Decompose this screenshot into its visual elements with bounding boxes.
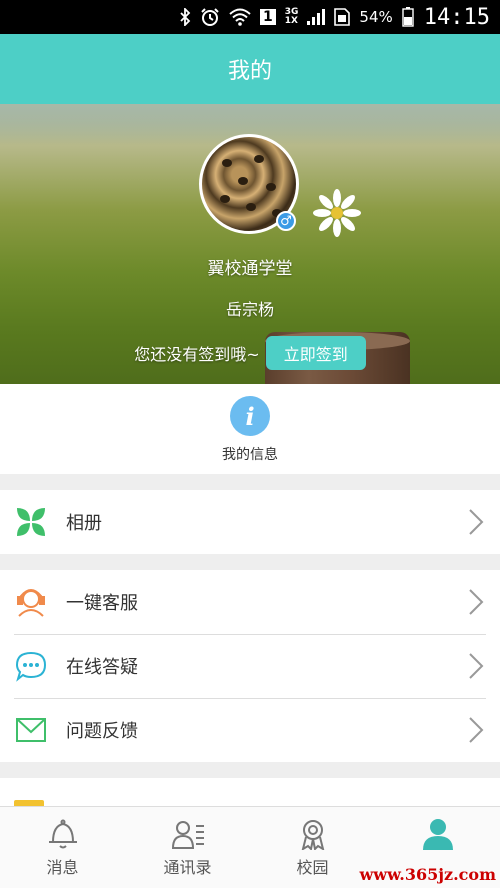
menu-item-label: 一键客服 bbox=[66, 593, 138, 614]
chevron-right-icon bbox=[469, 653, 484, 679]
wifi-icon bbox=[229, 8, 251, 26]
menu-item-online-qa[interactable]: 在线答疑 bbox=[0, 634, 500, 698]
menu-item-feedback[interactable]: 问题反馈 bbox=[0, 698, 500, 762]
menu-item-label: 问题反馈 bbox=[66, 721, 138, 742]
album-icon bbox=[14, 505, 48, 539]
menu-item-label: 相册 bbox=[66, 513, 102, 534]
watermark: www.365jz.com bbox=[359, 865, 496, 884]
contacts-icon bbox=[171, 820, 204, 849]
tab-campus[interactable]: 校园 bbox=[250, 807, 375, 888]
person-icon bbox=[422, 818, 453, 850]
status-bar: 1 3G 1X 54% 14:15 bbox=[0, 0, 500, 34]
chevron-right-icon bbox=[469, 589, 484, 615]
tab-messages[interactable]: 消息 bbox=[0, 807, 125, 888]
menu-item-album[interactable]: 相册 bbox=[0, 490, 500, 554]
tab-label: 通讯录 bbox=[163, 857, 212, 877]
tab-label: 校园 bbox=[296, 857, 329, 877]
bell-icon bbox=[48, 819, 77, 848]
campus-icon bbox=[301, 819, 324, 850]
daisy-icon bbox=[313, 189, 361, 237]
my-info-section[interactable]: i 我的信息 bbox=[0, 384, 500, 474]
menu-group-more bbox=[0, 778, 500, 808]
bluetooth-icon bbox=[179, 8, 191, 26]
menu-item-customer-service[interactable]: 一键客服 bbox=[0, 570, 500, 634]
network-type: 3G 1X bbox=[284, 7, 299, 26]
sign-in-hint: 您还没有签到哦~ bbox=[134, 345, 260, 364]
signal-icon bbox=[307, 9, 326, 25]
menu-group-support: 一键客服 在线答疑 问题反馈 bbox=[0, 570, 500, 762]
alarm-icon bbox=[200, 7, 220, 27]
school-name: 翼校通学堂 bbox=[207, 259, 293, 279]
male-gender-icon: ♂ bbox=[276, 211, 296, 231]
chat-bubble-icon bbox=[14, 649, 48, 683]
menu-group-album: 相册 bbox=[0, 490, 500, 554]
chevron-right-icon bbox=[469, 509, 484, 535]
menu-item-partial[interactable] bbox=[0, 778, 500, 808]
page-title: 我的 bbox=[227, 59, 272, 84]
sign-in-button[interactable]: 立即签到 bbox=[265, 336, 366, 370]
user-name: 岳宗杨 bbox=[225, 300, 274, 319]
sim-card-icon bbox=[334, 8, 351, 26]
customer-service-icon bbox=[14, 585, 48, 619]
tab-contacts[interactable]: 通讯录 bbox=[125, 807, 250, 888]
battery-percent: 54% bbox=[359, 8, 393, 26]
mail-icon bbox=[14, 713, 48, 747]
info-icon: i bbox=[230, 396, 270, 436]
my-info-label: 我的信息 bbox=[222, 447, 278, 463]
tab-label: 消息 bbox=[46, 857, 79, 877]
sign-in-row: 您还没有签到哦~ 立即签到 bbox=[0, 336, 500, 370]
sim-indicator: 1 bbox=[260, 9, 276, 25]
battery-icon bbox=[402, 7, 414, 27]
clock: 14:15 bbox=[423, 4, 490, 30]
title-bar: 我的 bbox=[0, 34, 500, 104]
menu-item-label: 在线答疑 bbox=[66, 657, 138, 678]
chevron-right-icon bbox=[469, 717, 484, 743]
